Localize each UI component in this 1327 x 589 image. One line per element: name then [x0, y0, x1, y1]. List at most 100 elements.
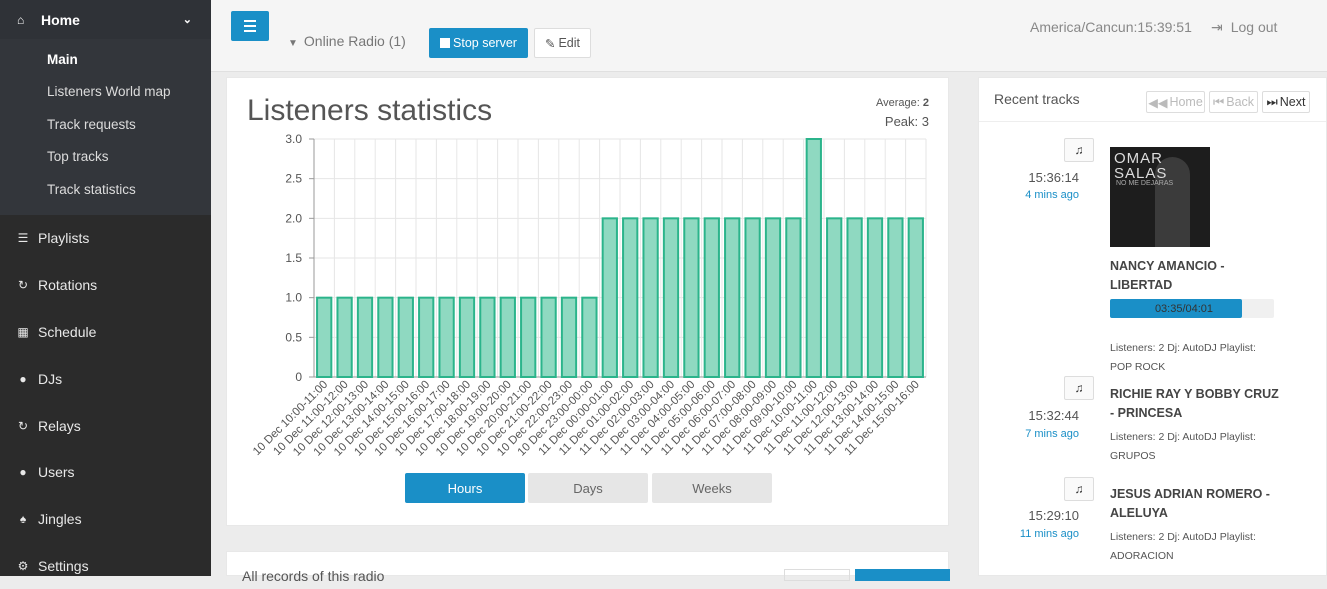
sidebar-item-label: Relays [38, 417, 81, 434]
chart-bar [866, 217, 884, 378]
records-title: All records of this radio [242, 568, 385, 584]
track-meta: Listeners: 2 Dj: AutoDJ Playlist: POP RO… [1110, 342, 1256, 373]
chart-bar [540, 296, 557, 379]
chart-bar [418, 296, 435, 379]
track-ago: 4 mins ago [1025, 189, 1079, 201]
track-meta: Listeners: 2 Dj: AutoDJ Playlist: GRUPOS [1110, 431, 1256, 462]
records-secondary-button[interactable] [784, 569, 850, 581]
sidebar-item-label: Schedule [38, 323, 97, 340]
logout-label: Log out [1230, 19, 1278, 35]
chart-bar [336, 296, 353, 379]
hamburger-icon [244, 20, 256, 22]
sidebar-item-schedule[interactable]: ▦ Schedule [0, 309, 211, 356]
chart-bar [805, 138, 822, 378]
track-time: 15:29:10 [1028, 508, 1079, 523]
track-meta: Listeners: 2 Dj: AutoDJ Playlist: ADORAC… [1110, 531, 1256, 562]
y-tick-label: 0.5 [285, 330, 302, 344]
chart-bar [887, 217, 904, 378]
refresh-icon: ↻ [17, 278, 29, 293]
subnav-item-main[interactable]: Main [0, 43, 211, 76]
pager-next-button[interactable]: ⏭ Next [1262, 91, 1310, 113]
music-note-icon[interactable]: ♫ [1064, 477, 1094, 501]
menu-toggle-button[interactable] [231, 11, 269, 41]
hamburger-icon [244, 30, 256, 32]
chart-bar [397, 296, 414, 379]
caret-down-icon: ▼ [288, 38, 298, 49]
chart-bar [785, 217, 802, 378]
chart-bar [316, 296, 333, 379]
station-name: Online Radio (1) [303, 33, 406, 49]
gears-icon: ⚙ [17, 558, 29, 573]
stop-server-button[interactable]: Stop server [429, 28, 528, 58]
sign-out-icon: ⇥ [1211, 19, 1223, 35]
music-note-icon[interactable]: ♫ [1064, 376, 1094, 400]
sidebar-item-settings[interactable]: ⚙ Settings [0, 543, 211, 589]
subnav-item-track-statistics[interactable]: Track statistics [0, 173, 211, 206]
y-tick-label: 0 [295, 370, 302, 384]
chevron-down-icon[interactable]: ⌄ [183, 13, 192, 26]
edit-button[interactable]: ✎ Edit [534, 28, 591, 58]
pager-back-button[interactable]: ⏮ Back [1209, 91, 1258, 113]
sidebar-item-users[interactable]: ● Users [0, 449, 211, 496]
chart-bar [703, 217, 720, 378]
y-tick-label: 2.0 [285, 211, 302, 225]
step-forward-icon: ⏭ [1266, 94, 1278, 109]
sidebar-subnav: Main Listeners World map Track requests … [0, 39, 211, 215]
edit-label: Edit [558, 36, 581, 50]
cover-text: NO ME DEJARAS [1116, 180, 1174, 187]
average-value: 2 [922, 97, 929, 109]
chart-bar [581, 296, 598, 379]
chart-bar [377, 296, 394, 379]
sidebar-item-relays[interactable]: ↻ Relays [0, 402, 211, 449]
stop-server-label: Stop server [453, 36, 517, 50]
sidebar-item-label: Rotations [38, 277, 98, 294]
range-weeks-button[interactable]: Weeks [652, 473, 772, 503]
progress-label: 03:35/04:01 [1154, 302, 1214, 315]
subnav-item-top-tracks[interactable]: Top tracks [0, 141, 211, 174]
sidebar-item-label: Users [38, 464, 75, 481]
chart-bar [907, 217, 924, 378]
subnav-item-world-map[interactable]: Listeners World map [0, 76, 211, 109]
sidebar-item-rotations[interactable]: ↻ Rotations [0, 262, 211, 309]
track-ago: 7 mins ago [1025, 428, 1079, 440]
y-tick-label: 1.5 [285, 251, 302, 265]
calendar-icon: ▦ [17, 324, 29, 339]
subnav-item-track-requests[interactable]: Track requests [0, 108, 211, 141]
pager-next-label: Next [1279, 95, 1306, 109]
chart-bar [662, 217, 680, 378]
recent-tracks-title: Recent tracks [994, 91, 1080, 107]
sidebar-item-label: Settings [38, 557, 89, 574]
sidebar-item-djs[interactable]: ● DJs [0, 355, 211, 402]
chart-bar [683, 217, 700, 378]
pager-home-button[interactable]: ◀◀ Home [1146, 91, 1205, 113]
home-icon: ⌂ [17, 12, 25, 27]
recent-tracks-panel: Recent tracks ◀◀ Home ⏮ Back ⏭ Next ♫ 15:36… [978, 77, 1327, 576]
range-hours-button[interactable]: Hours [405, 473, 525, 503]
chart-bar [458, 296, 476, 379]
hamburger-icon [244, 25, 256, 27]
chart-bar [520, 296, 537, 379]
chart-bar [622, 217, 639, 378]
records-panel: All records of this radio [226, 551, 950, 584]
average-stat: Average: 2 [876, 97, 929, 109]
listeners-statistics-panel: 0 0.5 1.0 1.5 2.0 2.5 3.0 10 Dec 10:00-11:00 10 … [226, 77, 949, 526]
sidebar-item-jingles[interactable]: ♠ Jingles [0, 496, 211, 543]
logout-link[interactable]: ⇥ Log out [1211, 19, 1277, 36]
chart-bar [846, 217, 863, 378]
chart-bar [764, 217, 782, 378]
chart-bar [479, 296, 496, 379]
records-primary-button[interactable] [855, 569, 950, 581]
page-title: Listeners statistics [247, 94, 493, 127]
sidebar-item-playlists[interactable]: ☰ Playlists [0, 215, 211, 262]
sidebar-item-home[interactable]: ⌂ Home ⌄ [0, 0, 211, 39]
music-note-icon[interactable]: ♫ [1064, 138, 1094, 162]
chart-bar [560, 296, 578, 379]
chart-bar [642, 217, 659, 378]
server-clock: America/Cancun:15:39:51 [1030, 19, 1192, 35]
fast-backward-icon: ◀◀ [1148, 95, 1168, 110]
range-days-button[interactable]: Days [528, 473, 648, 503]
station-selector[interactable]: ▼ Online Radio (1) [288, 33, 406, 49]
track-title: JESUS ADRIAN ROMERO - ALELUYA [1110, 487, 1270, 520]
y-tick-label: 1.0 [285, 291, 302, 305]
chart-bar [499, 296, 516, 379]
